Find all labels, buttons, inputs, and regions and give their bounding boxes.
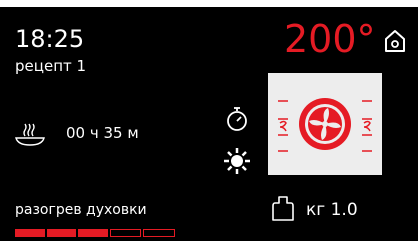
progress-segment-empty [109,229,142,237]
convection-mode-panel[interactable] [268,73,382,175]
home-icon[interactable] [383,29,407,53]
progress-segment-filled [78,229,108,237]
cooking-duration[interactable]: 00 ч 35 м [66,124,139,142]
preheat-progress-bar [15,229,175,237]
clock-time: 18:25 [15,25,85,53]
oven-light-icon[interactable] [224,148,250,174]
food-weight[interactable]: кг 1.0 [306,200,358,220]
recipe-name[interactable]: рецепт 1 [15,57,86,75]
timer-icon[interactable] [226,106,248,132]
oven-display: 18:25 рецепт 1 200° 00 ч 35 м кг 1.0 раз… [0,7,418,241]
progress-segment-filled [46,229,77,237]
progress-segment-empty [143,229,175,237]
top-caption [0,0,418,7]
convection-fan-icon [278,98,372,152]
steaming-dish-icon [15,123,45,146]
weight-icon [272,196,294,221]
status-text: разогрев духовки [15,202,147,218]
temperature-display[interactable]: 200° [284,17,376,61]
progress-segment-filled [15,229,45,237]
